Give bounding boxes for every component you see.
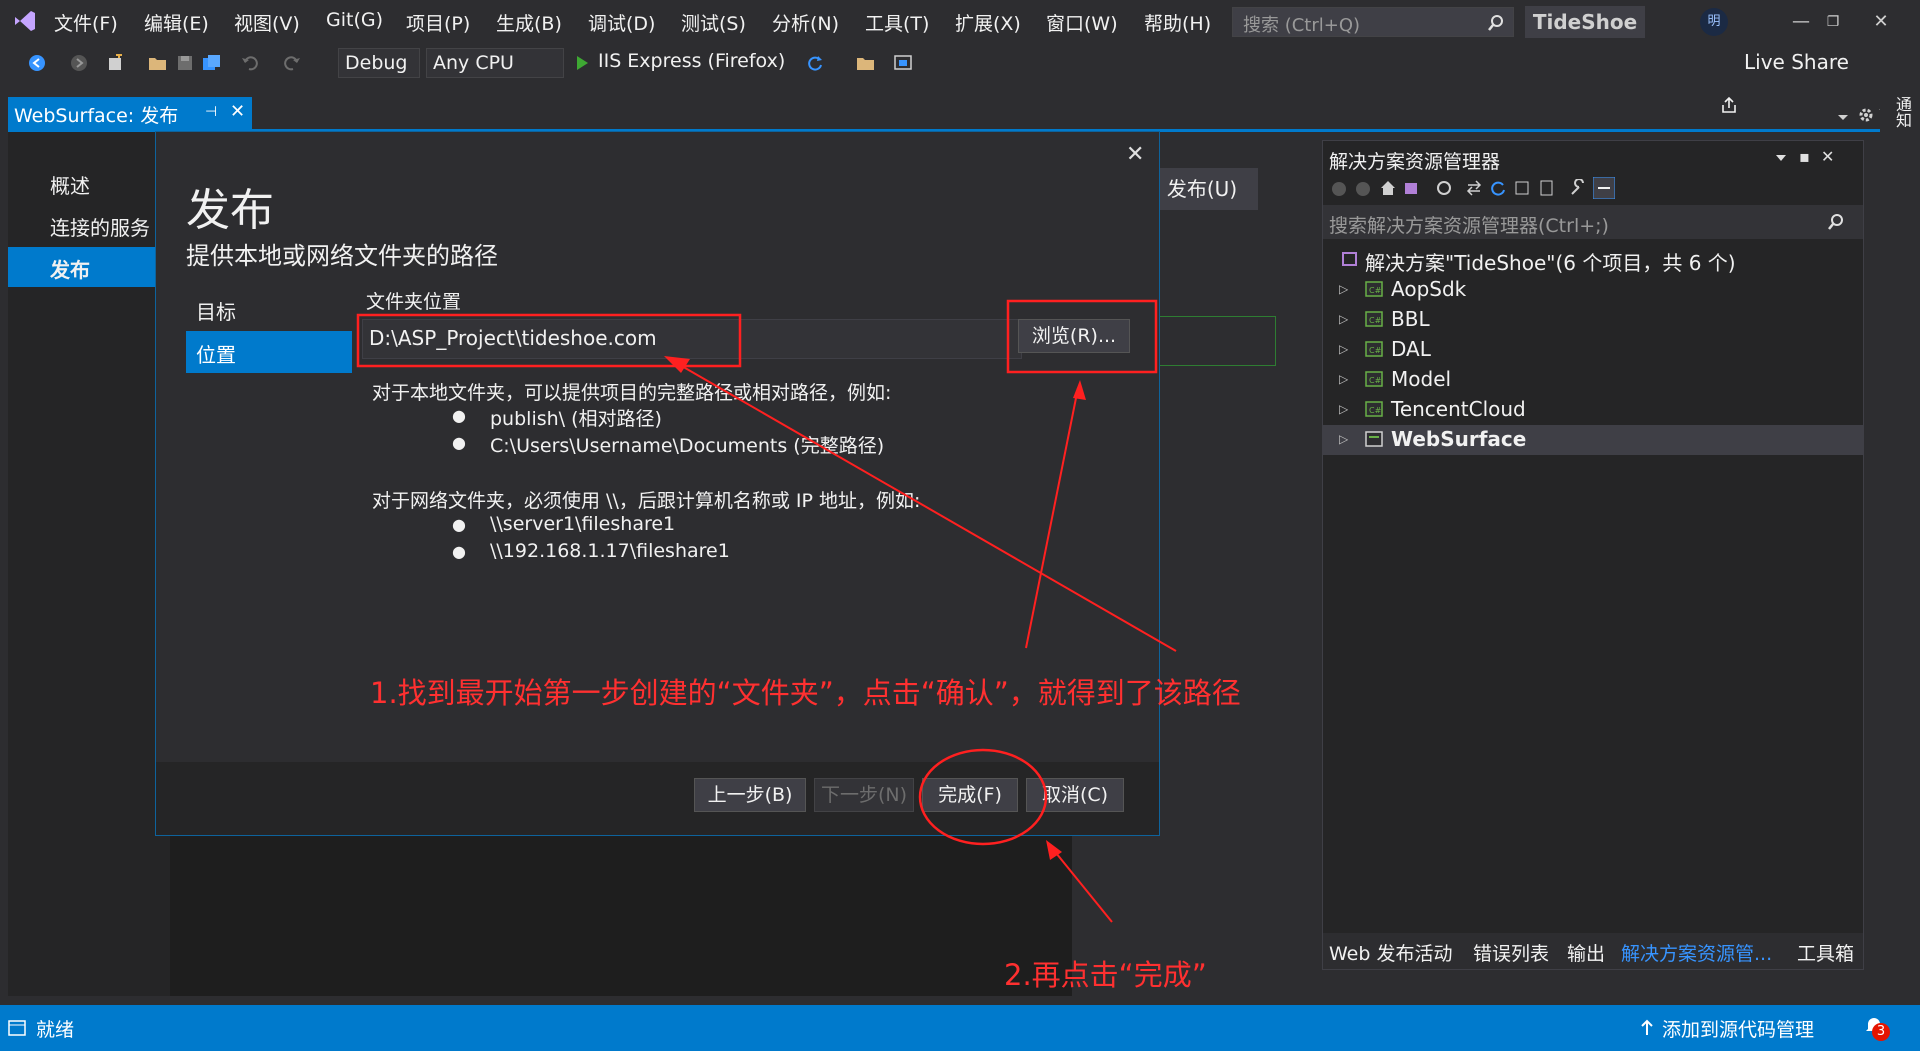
status-text: 就绪	[36, 1019, 75, 1041]
annotation-step1: 1.找到最开始第一步创建的“文件夹”，点击“确认”，就得到了该路径	[370, 676, 1241, 710]
status-bar: 就绪 添加到源代码管理 3	[0, 1005, 1920, 1051]
notification-count-badge: 3	[1872, 1023, 1890, 1041]
arrow-to-browse	[1025, 387, 1079, 649]
browse-highlight-box	[1006, 299, 1158, 374]
add-to-source-control[interactable]: 添加到源代码管理	[1662, 1015, 1814, 1042]
annotation-overlay	[356, 299, 1177, 923]
status-icon	[8, 1020, 26, 1036]
arrow-head-icon	[664, 356, 690, 373]
annotation-step2: 2.再点击“完成”	[1004, 958, 1207, 992]
arrow-to-finish	[1051, 847, 1113, 923]
finish-highlight-ellipse	[918, 748, 1048, 846]
arrow-up-icon	[1641, 1019, 1653, 1035]
arrow-head-icon	[1073, 380, 1086, 400]
arrow-to-folder-path	[672, 360, 1177, 652]
